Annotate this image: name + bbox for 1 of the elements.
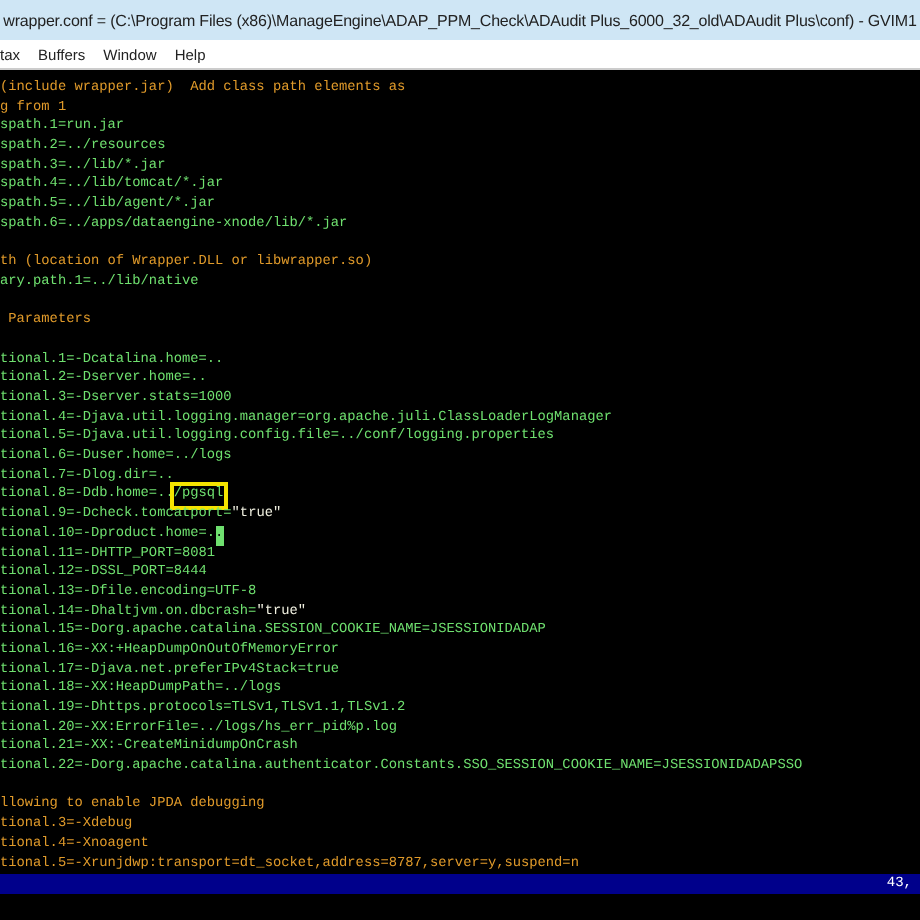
window-title: wrapper.conf = (C:\Program Files (x86)\ManageEngine\ADAP_PPM_Check\ADAudit Plus_6000_32_old\ADAudit Plus\conf) - GVIM1 [0,0,920,40]
